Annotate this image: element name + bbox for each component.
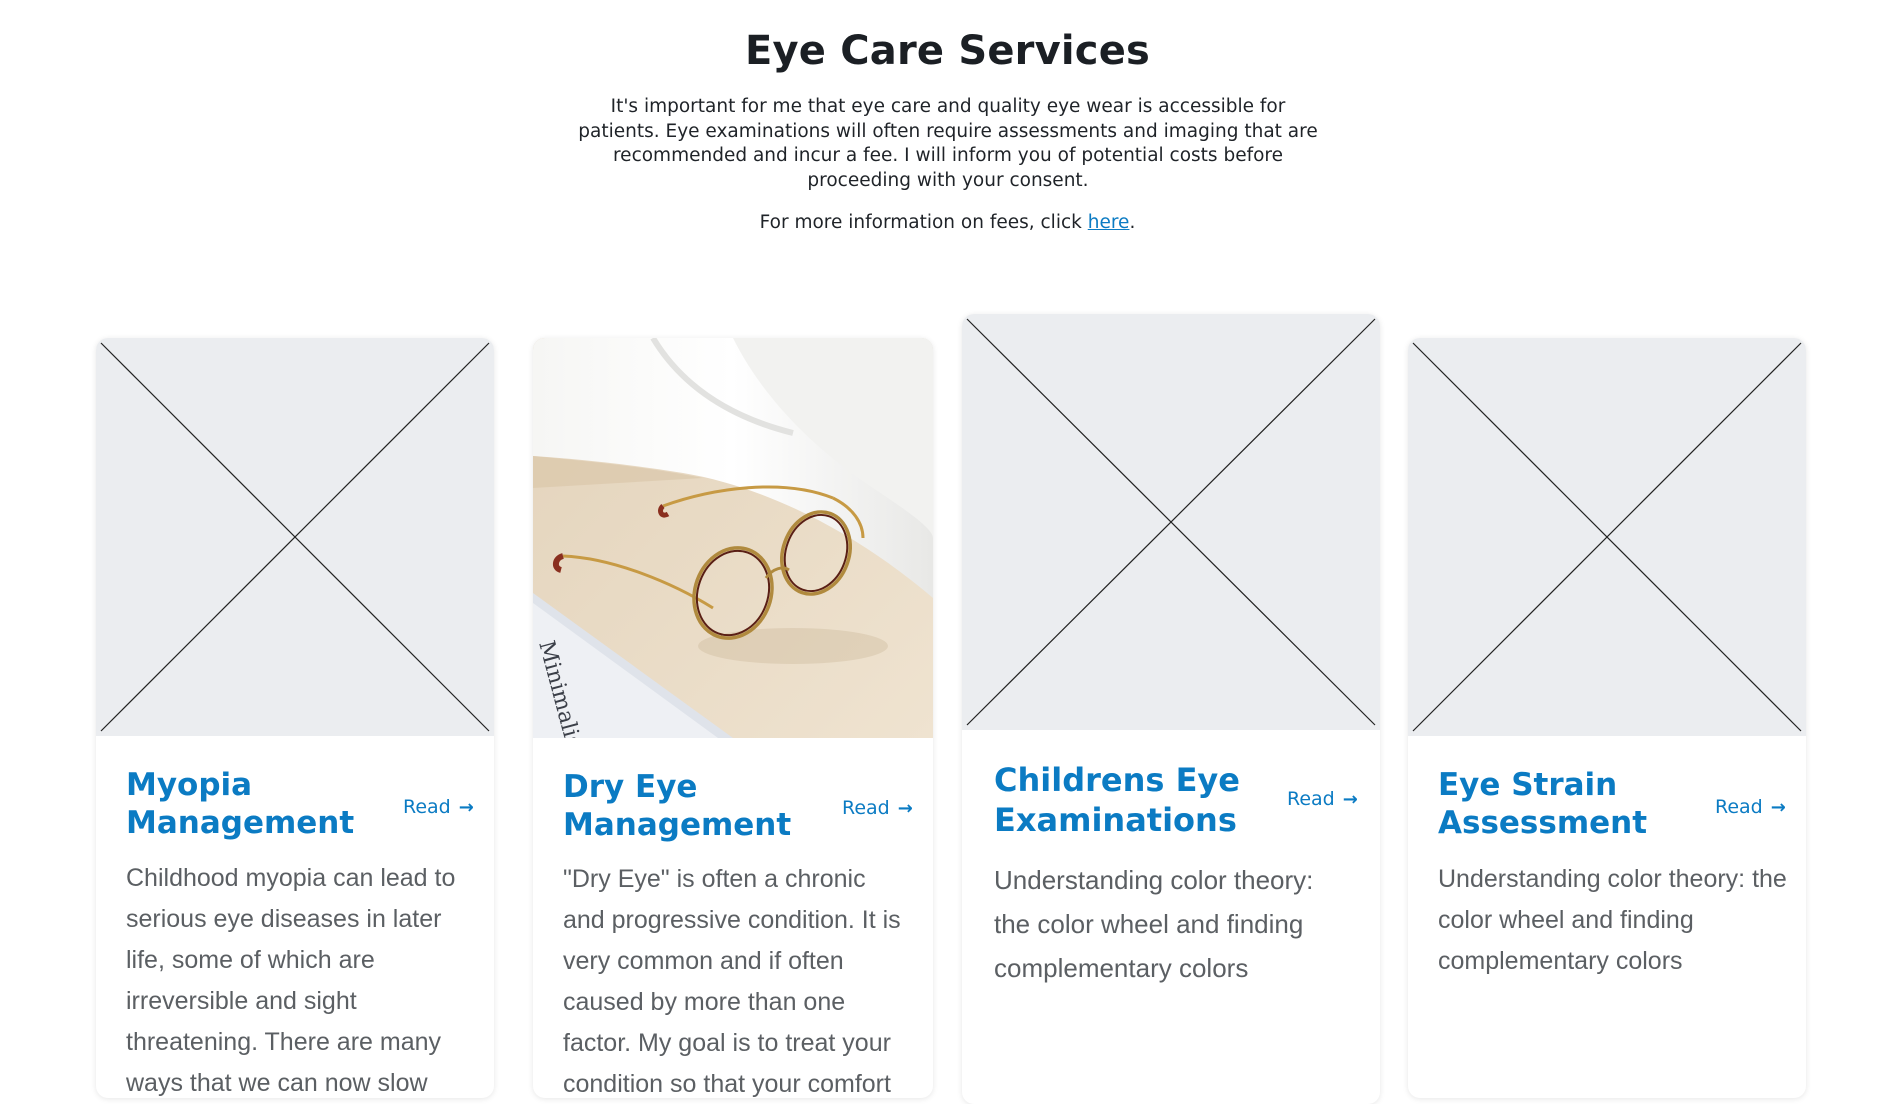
card-description: Childhood myopia can lead to serious eye… — [126, 864, 456, 1097]
read-label: Read — [1715, 796, 1763, 818]
fees-link[interactable]: here — [1088, 212, 1130, 233]
eyeglasses-photo: Minimalism — [533, 338, 933, 738]
service-card-eye-strain[interactable]: Eye Strain Assessment Read → Understandi… — [1408, 338, 1806, 1098]
card-title[interactable]: Childrens Eye Examinations — [994, 760, 1264, 840]
page-title: Eye Care Services — [744, 28, 1151, 74]
read-link[interactable]: Read → — [403, 796, 474, 818]
read-label: Read — [403, 796, 451, 818]
arrow-right-icon: → — [458, 796, 474, 818]
arrow-right-icon: → — [1770, 796, 1786, 818]
intro-paragraph: It's important for me that eye care and … — [578, 96, 1318, 191]
card-title[interactable]: Myopia Management — [126, 766, 356, 842]
placeholder-image — [1408, 338, 1806, 736]
read-link[interactable]: Read → — [1287, 788, 1358, 810]
card-description: Understanding color theory: the color wh… — [1438, 865, 1787, 975]
card-description: "Dry Eye" is often a chronic and progres… — [563, 865, 901, 1098]
card-title[interactable]: Dry Eye Management — [563, 768, 803, 844]
read-link[interactable]: Read → — [842, 797, 913, 819]
read-label: Read — [1287, 788, 1335, 810]
fees-prefix: For more information on fees, click — [759, 212, 1088, 233]
read-label: Read — [842, 797, 890, 819]
fees-line: For more information on fees, click here… — [0, 212, 1895, 233]
read-link[interactable]: Read → — [1715, 796, 1786, 818]
service-card-childrens-exams[interactable]: Childrens Eye Examinations Read → Unders… — [962, 314, 1380, 1104]
service-card-dry-eye[interactable]: Minimalism Dry Eye Management Read → "Dr… — [533, 338, 933, 1098]
card-description: Understanding color theory: the color wh… — [994, 865, 1314, 983]
fees-suffix: . — [1129, 212, 1136, 233]
placeholder-image — [96, 338, 494, 736]
arrow-right-icon: → — [897, 797, 913, 819]
placeholder-image — [962, 314, 1380, 730]
arrow-right-icon: → — [1342, 788, 1358, 810]
service-card-myopia[interactable]: Myopia Management Read → Childhood myopi… — [96, 338, 494, 1098]
card-title[interactable]: Eye Strain Assessment — [1438, 766, 1668, 842]
